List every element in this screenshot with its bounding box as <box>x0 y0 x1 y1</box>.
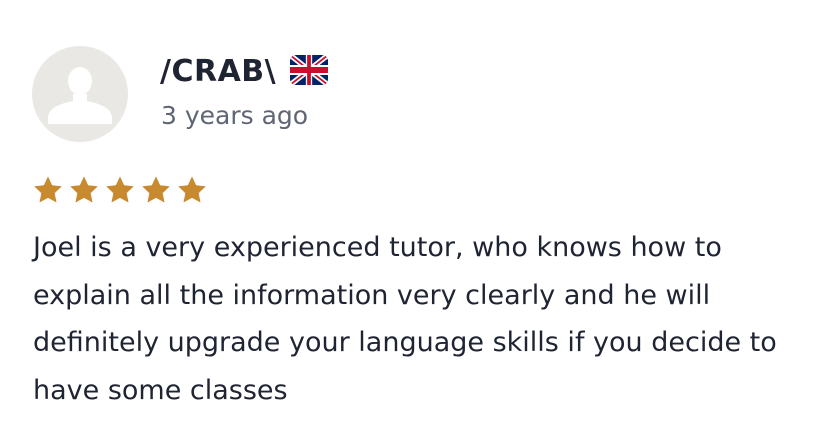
uk-flag-icon <box>290 55 328 85</box>
star-icon <box>178 176 206 203</box>
star-icon <box>106 176 134 203</box>
avatar <box>32 46 128 142</box>
reviewer-name: /CRAB\ <box>160 54 277 89</box>
star-icon <box>34 176 62 203</box>
star-icon <box>70 176 98 203</box>
review-date: 3 years ago <box>161 101 309 130</box>
review-card: /CRAB\ 3 years ago Joel is a very experi… <box>0 0 828 446</box>
star-rating <box>32 174 208 206</box>
star-icon <box>142 176 170 203</box>
review-text: Joel is a very experienced tutor, who kn… <box>33 232 777 406</box>
user-placeholder-icon <box>48 67 112 124</box>
